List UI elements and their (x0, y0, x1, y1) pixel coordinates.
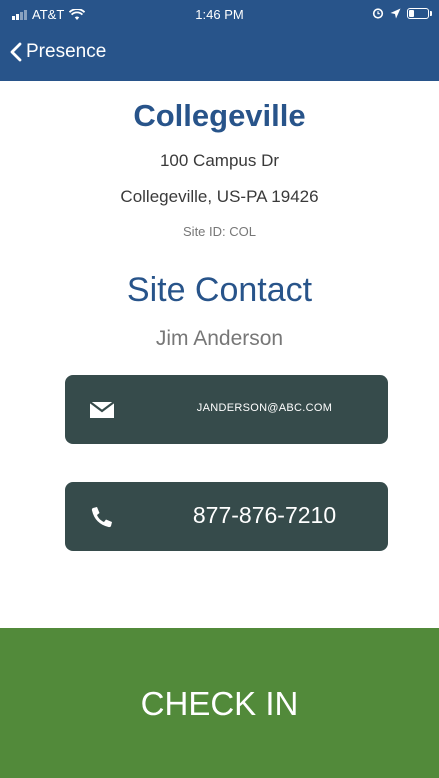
location-icon (390, 8, 401, 18)
battery-level (409, 9, 414, 17)
phone-contact-button[interactable]: 877-876-7210 (65, 482, 388, 551)
back-button-label: Presence (26, 41, 107, 62)
site-name: Collegeville (133, 98, 306, 133)
site-address-line2: Collegeville, US-PA 19426 (120, 187, 319, 206)
status-right (372, 7, 432, 19)
app-header: AT&T 1:46 PM Presence (0, 0, 439, 81)
contact-heading: Site Contact (126, 271, 313, 309)
envelope-icon (89, 401, 115, 418)
email-contact-button[interactable]: JANDERSON@ABC.COM (65, 375, 388, 444)
chevron-left-icon (10, 42, 22, 62)
contact-email: JANDERSON@ABC.COM (196, 402, 333, 414)
contact-phone: 877-876-7210 (192, 502, 337, 528)
check-in-label: CHECK IN (140, 685, 299, 722)
status-bar: AT&T 1:46 PM (0, 0, 439, 32)
check-in-button[interactable]: CHECK IN (0, 628, 439, 778)
alarm-icon (372, 8, 384, 19)
back-button[interactable]: Presence (10, 41, 106, 63)
site-address-line1: 100 Campus Dr (159, 151, 280, 170)
contact-name: Jim Anderson (155, 327, 284, 350)
battery-icon (407, 7, 432, 19)
phone-icon (91, 507, 112, 528)
site-id: Site ID: COL (183, 224, 256, 239)
